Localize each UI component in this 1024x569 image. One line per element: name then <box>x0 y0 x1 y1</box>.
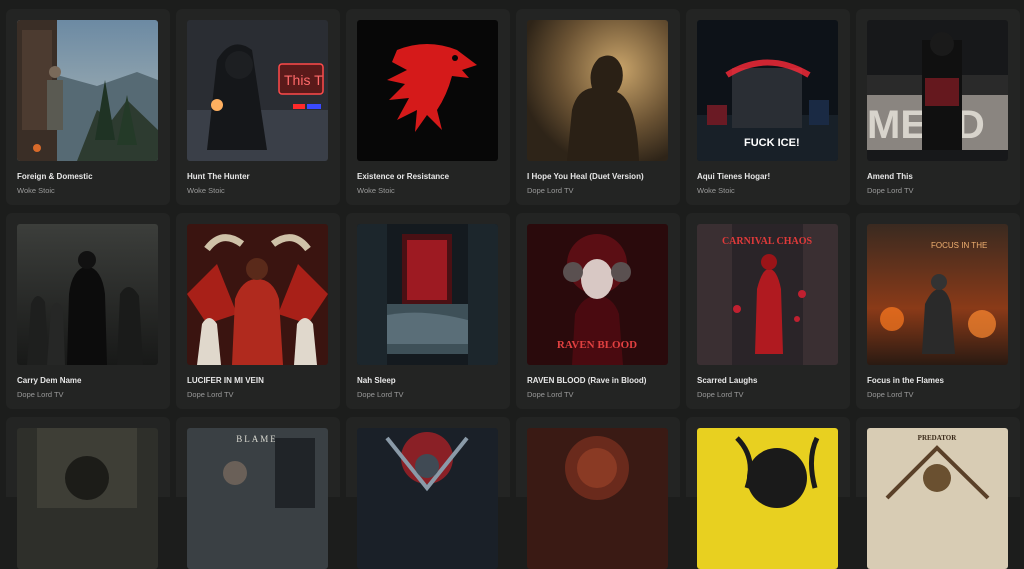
album-cover[interactable]: FOCUS IN THE <box>867 224 1008 365</box>
album-artist[interactable]: Dope Lord TV <box>867 186 914 195</box>
album-artist[interactable]: Dope Lord TV <box>527 186 574 195</box>
album-card[interactable]: PREDATOR <box>856 417 1020 569</box>
album-card[interactable]: FUCK ICE! Aqui Tienes Hogar! Woke Stoic <box>686 9 850 205</box>
album-cover[interactable] <box>17 224 158 365</box>
art-text: FUCK ICE! <box>744 137 800 149</box>
album-artist[interactable]: Dope Lord TV <box>357 390 404 399</box>
album-card[interactable] <box>516 417 680 569</box>
album-title[interactable]: RAVEN BLOOD (Rave in Blood) <box>527 376 675 385</box>
art-text: PREDATOR <box>918 434 958 442</box>
album-title[interactable]: Nah Sleep <box>357 376 505 385</box>
album-cover[interactable] <box>17 20 158 161</box>
art-text: This T <box>284 72 323 88</box>
album-card[interactable]: Foreign & Domestic Woke Stoic <box>6 9 170 205</box>
album-artist[interactable]: Woke Stoic <box>17 186 55 195</box>
album-artist[interactable]: Dope Lord TV <box>17 390 64 399</box>
album-artist[interactable]: Woke Stoic <box>187 186 225 195</box>
album-artist[interactable]: Woke Stoic <box>357 186 395 195</box>
album-cover[interactable]: MEND <box>867 20 1008 161</box>
album-card[interactable]: This T Hunt The Hunter Woke Stoic <box>176 9 340 205</box>
album-card[interactable] <box>6 417 170 569</box>
album-cover[interactable] <box>17 428 158 569</box>
art-text: FOCUS IN THE <box>931 241 987 250</box>
album-card[interactable]: Carry Dem Name Dope Lord TV <box>6 213 170 409</box>
album-cover[interactable] <box>187 224 328 365</box>
album-artist[interactable]: Dope Lord TV <box>697 390 744 399</box>
album-title[interactable]: Aqui Tienes Hogar! <box>697 172 845 181</box>
album-card[interactable]: Nah Sleep Dope Lord TV <box>346 213 510 409</box>
album-title[interactable]: I Hope You Heal (Duet Version) <box>527 172 675 181</box>
album-artist[interactable]: Woke Stoic <box>697 186 735 195</box>
album-artist[interactable]: Dope Lord TV <box>867 390 914 399</box>
album-title[interactable]: Hunt The Hunter <box>187 172 335 181</box>
album-cover[interactable]: RAVEN BLOOD <box>527 224 668 365</box>
album-artist[interactable]: Dope Lord TV <box>527 390 574 399</box>
album-title[interactable]: Existence or Resistance <box>357 172 505 181</box>
album-cover[interactable]: PREDATOR <box>867 428 1008 569</box>
album-title[interactable]: Foreign & Domestic <box>17 172 165 181</box>
art-text: RAVEN BLOOD <box>557 339 637 351</box>
album-card[interactable]: FOCUS IN THE Focus in the Flames Dope Lo… <box>856 213 1020 409</box>
album-card[interactable]: CARNIVAL CHAOS Scarred Laughs Dope Lord … <box>686 213 850 409</box>
album-grid: Foreign & Domestic Woke Stoic This T Hun… <box>6 9 1024 569</box>
album-card[interactable]: BLAME <box>176 417 340 569</box>
album-cover[interactable] <box>357 428 498 569</box>
album-card[interactable]: MEND Amend This Dope Lord TV <box>856 9 1020 205</box>
album-card[interactable]: RAVEN BLOOD RAVEN BLOOD (Rave in Blood) … <box>516 213 680 409</box>
art-text: CARNIVAL CHAOS <box>722 236 813 247</box>
album-cover[interactable]: FUCK ICE! <box>697 20 838 161</box>
album-card[interactable]: LUCIFER IN MI VEIN Dope Lord TV <box>176 213 340 409</box>
album-cover[interactable]: BLAME <box>187 428 328 569</box>
album-title[interactable]: Amend This <box>867 172 1015 181</box>
album-cover[interactable] <box>357 224 498 365</box>
album-title[interactable]: LUCIFER IN MI VEIN <box>187 376 335 385</box>
album-artist[interactable]: Dope Lord TV <box>187 390 234 399</box>
album-card[interactable]: Existence or Resistance Woke Stoic <box>346 9 510 205</box>
album-title[interactable]: Carry Dem Name <box>17 376 165 385</box>
album-cover[interactable]: This T <box>187 20 328 161</box>
album-cover[interactable] <box>527 20 668 161</box>
album-title[interactable]: Scarred Laughs <box>697 376 845 385</box>
album-card[interactable] <box>346 417 510 569</box>
album-cover[interactable] <box>527 428 668 569</box>
album-title[interactable]: Focus in the Flames <box>867 376 1015 385</box>
album-card[interactable]: I Hope You Heal (Duet Version) Dope Lord… <box>516 9 680 205</box>
album-cover[interactable]: CARNIVAL CHAOS <box>697 224 838 365</box>
art-text: BLAME <box>236 434 278 444</box>
album-card[interactable] <box>686 417 850 569</box>
album-cover[interactable] <box>357 20 498 161</box>
album-cover[interactable] <box>697 428 838 569</box>
